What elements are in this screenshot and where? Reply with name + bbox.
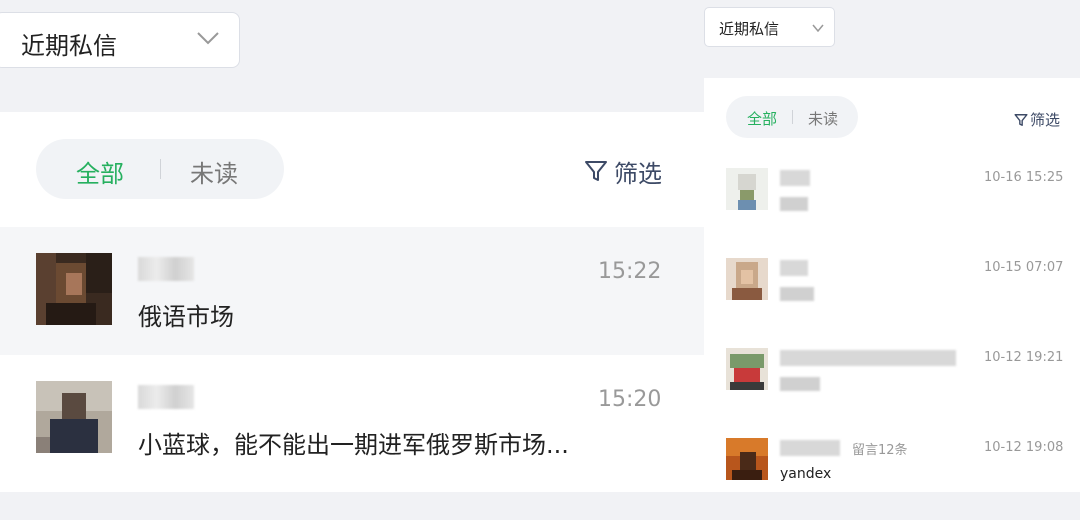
message-preview: yandex (780, 466, 832, 482)
recent-messages-dropdown[interactable]: 近期私信 (0, 12, 240, 68)
message-time: 10-12 19:21 (984, 350, 1064, 365)
list-item[interactable]: 10-16 15:25 (704, 160, 1080, 250)
list-item[interactable]: 留言12条 10-12 19:08 yandex (704, 430, 1080, 520)
contact-name-blurred (780, 350, 956, 366)
list-item[interactable]: 10-12 19:21 (704, 340, 1080, 430)
tab-unread[interactable]: 未读 (808, 108, 838, 129)
tab-all[interactable]: 全部 (747, 108, 777, 129)
filter-button[interactable]: 筛选 (1014, 109, 1060, 130)
comment-count-badge: 留言12条 (852, 443, 908, 458)
tab-divider (792, 110, 793, 124)
message-list-panel: 全部 未读 筛选 10-16 15:25 10-15 07:07 10-12 1… (704, 78, 1080, 492)
tab-all[interactable]: 全部 (76, 154, 124, 189)
message-time: 10-12 19:08 (984, 440, 1064, 455)
avatar (726, 168, 768, 210)
message-time: 15:22 (598, 259, 662, 284)
avatar (726, 258, 768, 300)
tab-unread[interactable]: 未读 (190, 154, 238, 189)
message-time: 10-15 07:07 (984, 260, 1064, 275)
message-preview-blurred (780, 196, 808, 212)
message-time: 10-16 15:25 (984, 170, 1064, 185)
contact-name-blurred (780, 260, 808, 276)
filter-icon (585, 161, 607, 181)
contact-name-blurred (138, 257, 194, 281)
chevron-down-icon (812, 24, 824, 32)
dropdown-label: 近期私信 (21, 32, 117, 60)
avatar (726, 438, 768, 480)
list-item[interactable]: 15:20 小蓝球，能不能出一期进军俄罗斯市场... (0, 355, 704, 483)
chevron-down-icon (197, 32, 219, 45)
message-time: 15:20 (598, 387, 662, 412)
message-preview-blurred (780, 376, 820, 392)
left-zoomed-panel: 近期私信 全部 未读 筛选 15:22 俄语市场 15:20 小蓝球，能不能出一… (0, 0, 704, 492)
recent-messages-dropdown[interactable]: 近期私信 (704, 7, 835, 47)
filter-label: 筛选 (1030, 111, 1061, 129)
contact-name-blurred (780, 440, 840, 456)
avatar (36, 253, 112, 325)
right-overview-panel: 近期私信 全部 未读 筛选 10-16 15:25 10-15 07:07 10… (704, 0, 1080, 492)
filter-icon (1014, 113, 1028, 126)
tab-group: 全部 未读 (726, 96, 858, 138)
message-preview: 俄语市场 (138, 303, 234, 331)
avatar (36, 381, 112, 453)
message-preview: 小蓝球，能不能出一期进军俄罗斯市场... (138, 431, 569, 459)
list-item[interactable]: 10-15 07:07 (704, 250, 1080, 340)
tab-divider (160, 159, 161, 179)
list-item[interactable]: 15:22 俄语市场 (0, 227, 704, 355)
message-list-panel: 全部 未读 筛选 15:22 俄语市场 15:20 小蓝球，能不能出一期进军俄罗… (0, 112, 704, 492)
filter-label: 筛选 (614, 159, 662, 188)
filter-button[interactable]: 筛选 (584, 156, 662, 188)
tab-group: 全部 未读 (36, 139, 284, 199)
contact-name-blurred (780, 170, 810, 186)
contact-name-blurred (138, 385, 194, 409)
message-preview-blurred (780, 286, 814, 302)
avatar (726, 348, 768, 390)
dropdown-label: 近期私信 (719, 20, 780, 38)
